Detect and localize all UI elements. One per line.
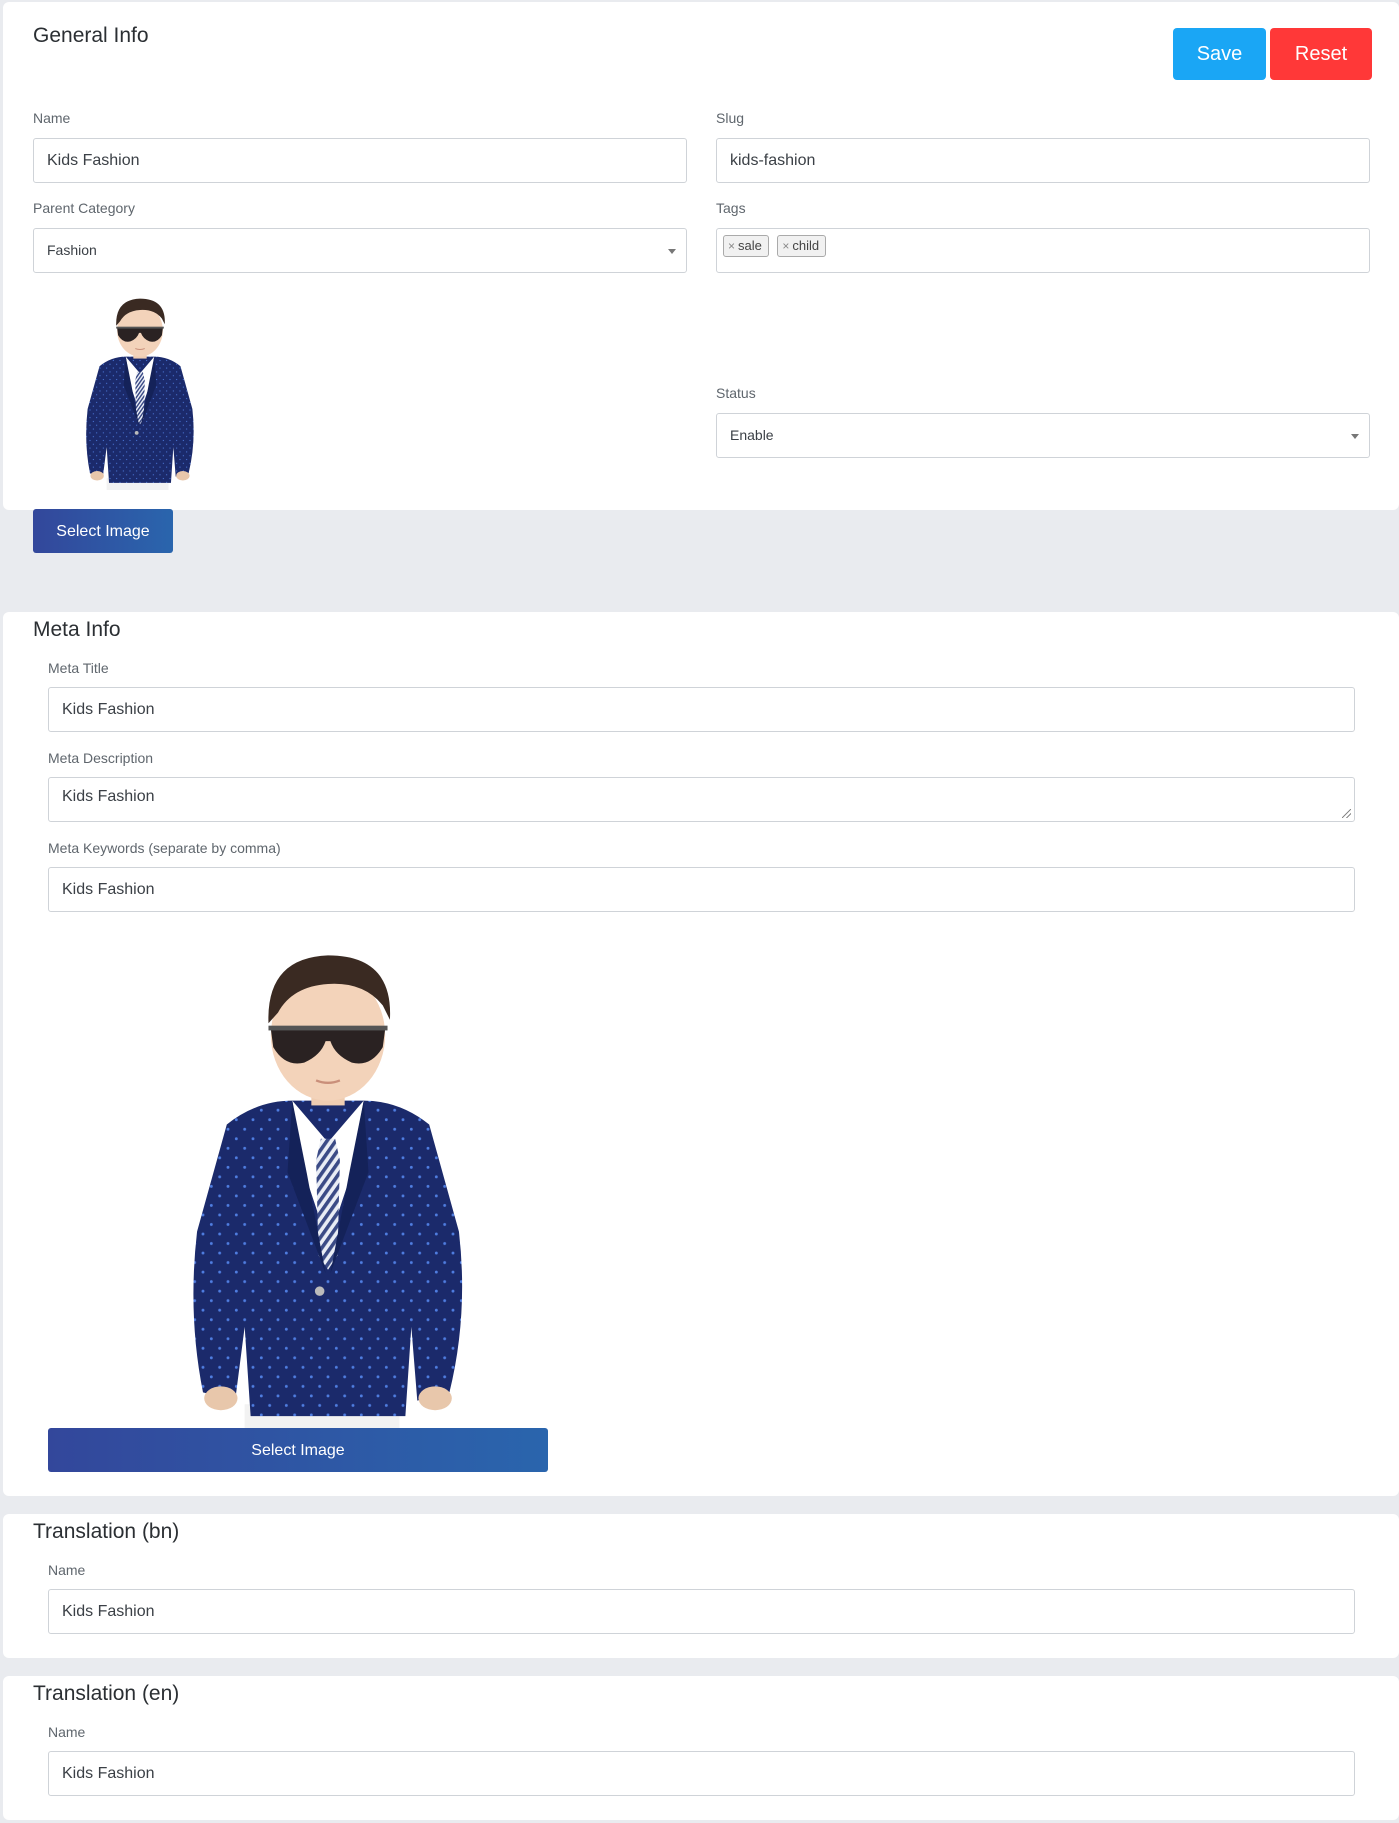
meta-title-label: Meta Title bbox=[48, 660, 109, 676]
tags-label: Tags bbox=[716, 200, 746, 216]
meta-title-input[interactable]: Kids Fashion bbox=[48, 687, 1355, 732]
meta-description-value: Kids Fashion bbox=[62, 788, 155, 805]
translation-bn-name-label: Name bbox=[48, 1562, 86, 1578]
close-icon[interactable]: × bbox=[782, 239, 789, 253]
tag-label: child bbox=[792, 238, 820, 253]
translation-bn-card: Translation (bn) Name Kids Fashion bbox=[3, 1514, 1399, 1658]
status-select[interactable]: Enable bbox=[716, 413, 1370, 458]
meta-keywords-label: Meta Keywords (separate by comma) bbox=[48, 840, 281, 856]
slug-input[interactable]: kids-fashion bbox=[716, 138, 1370, 183]
translation-bn-name-input[interactable]: Kids Fashion bbox=[48, 1589, 1355, 1634]
translation-bn-title: Translation (bn) bbox=[33, 1520, 180, 1543]
save-button[interactable]: Save bbox=[1173, 28, 1266, 80]
general-info-card: General Info Save Reset Name Kids Fashio… bbox=[3, 2, 1399, 553]
meta-info-card: Meta Info Meta Title Kids Fashion Meta D… bbox=[3, 612, 1399, 1496]
chevron-down-icon bbox=[668, 249, 676, 254]
meta-info-title: Meta Info bbox=[33, 618, 121, 641]
translation-en-card: Translation (en) Name Kids Fashion bbox=[3, 1676, 1399, 1820]
translation-en-name-label: Name bbox=[48, 1724, 86, 1740]
category-image-thumbnail bbox=[85, 298, 195, 490]
translation-en-name-input[interactable]: Kids Fashion bbox=[48, 1751, 1355, 1796]
meta-description-textarea[interactable]: Kids Fashion bbox=[48, 777, 1355, 822]
close-icon[interactable]: × bbox=[728, 239, 735, 253]
meta-description-label: Meta Description bbox=[48, 750, 154, 766]
name-input[interactable]: Kids Fashion bbox=[33, 138, 687, 183]
slug-label: Slug bbox=[716, 110, 745, 126]
tag-label: sale bbox=[738, 238, 762, 253]
meta-keywords-input[interactable]: Kids Fashion bbox=[48, 867, 1355, 912]
meta-select-image-button[interactable]: Select Image bbox=[48, 1428, 548, 1472]
tag-chip-sale: × sale bbox=[723, 235, 769, 257]
tags-input[interactable]: × sale × child bbox=[716, 228, 1370, 273]
tag-chip-child: × child bbox=[777, 235, 827, 257]
reset-button[interactable]: Reset bbox=[1270, 28, 1372, 80]
meta-image-preview bbox=[192, 954, 464, 1434]
resize-handle-icon[interactable] bbox=[1342, 809, 1351, 818]
status-label: Status bbox=[716, 385, 756, 401]
select-image-button[interactable]: Select Image bbox=[33, 509, 173, 553]
general-info-title: General Info bbox=[33, 24, 149, 47]
chevron-down-icon bbox=[1351, 434, 1359, 439]
parent-category-value: Fashion bbox=[47, 242, 97, 258]
parent-category-label: Parent Category bbox=[33, 200, 135, 216]
parent-category-select[interactable]: Fashion bbox=[33, 228, 687, 273]
name-label: Name bbox=[33, 110, 71, 126]
translation-en-title: Translation (en) bbox=[33, 1682, 180, 1705]
status-value: Enable bbox=[730, 427, 774, 443]
